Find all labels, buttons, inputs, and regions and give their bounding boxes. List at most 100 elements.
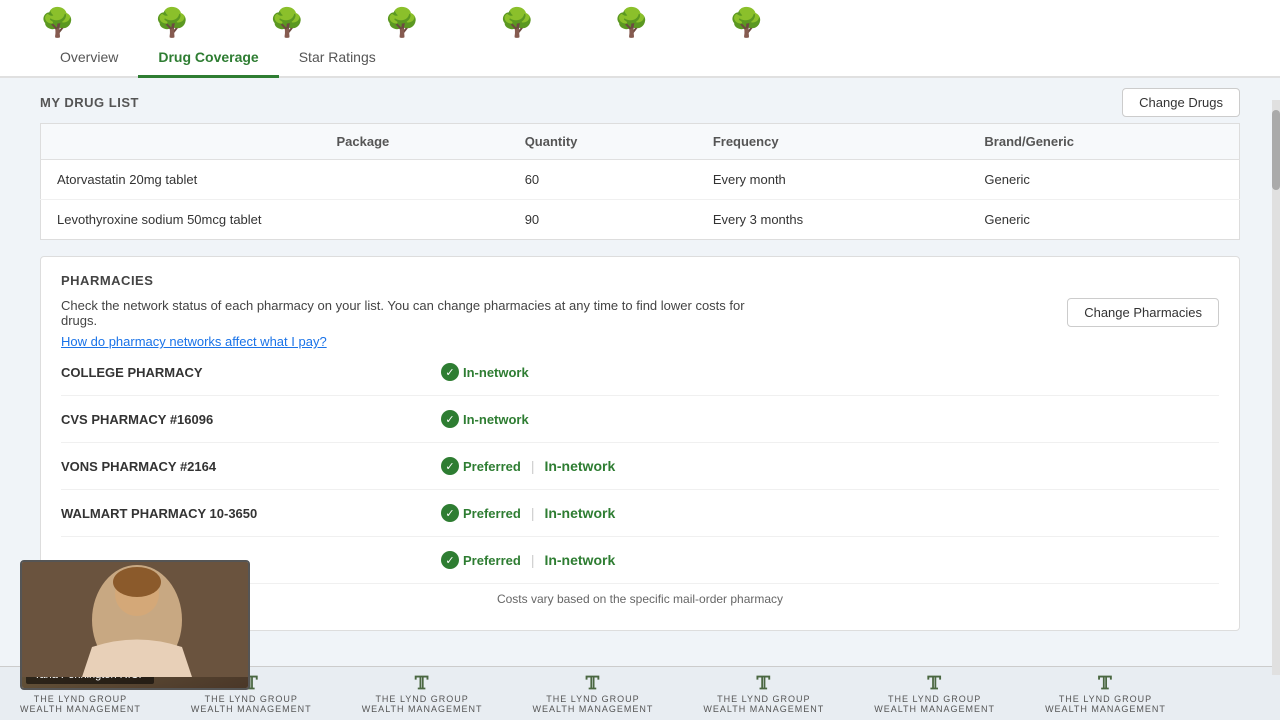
- change-drugs-button[interactable]: Change Drugs: [1122, 88, 1240, 117]
- tab-overview[interactable]: Overview: [40, 39, 138, 78]
- innetwork-label: In-network: [544, 552, 615, 568]
- lynd-subtitle: WEALTH MANAGEMENT: [191, 704, 312, 714]
- tab-drug-coverage[interactable]: Drug Coverage: [138, 39, 278, 78]
- lynd-subtitle: WEALTH MANAGEMENT: [1045, 704, 1166, 714]
- pharmacy-status: ✓ Preferred | In-network: [441, 504, 615, 522]
- person-silhouette: [22, 562, 250, 677]
- pharmacy-row-college: COLLEGE PHARMACY ✓ In-network: [61, 349, 1219, 396]
- drug-name: Atorvastatin 20mg tablet: [41, 160, 321, 200]
- lynd-logo-3: 𝕋 THE LYND GROUP WEALTH MANAGEMENT: [362, 673, 483, 714]
- lynd-subtitle: WEALTH MANAGEMENT: [874, 704, 995, 714]
- lynd-name: THE LYND GROUP: [1059, 694, 1152, 704]
- pharmacy-status: ✓ In-network: [441, 410, 529, 428]
- pharmacy-row-walmart: WALMART PHARMACY 10-3650 ✓ Preferred | I…: [61, 490, 1219, 537]
- drug-table: Package Quantity Frequency Brand/Generic…: [40, 123, 1240, 240]
- pharmacy-name: COLLEGE PHARMACY: [61, 365, 441, 380]
- logo-tree-4: 🌳: [385, 6, 420, 39]
- lynd-name: THE LYND GROUP: [888, 694, 981, 704]
- lynd-subtitle: WEALTH MANAGEMENT: [703, 704, 824, 714]
- pharmacy-row-cvs: CVS PHARMACY #16096 ✓ In-network: [61, 396, 1219, 443]
- logo-tree-1: 🌳: [40, 6, 75, 39]
- check-icon: ✓: [441, 457, 459, 475]
- video-overlay: Tana Pennington RICP: [20, 560, 250, 690]
- drug-list-title: MY DRUG LIST: [40, 95, 139, 110]
- pharmacy-name: VONS PHARMACY #2164: [61, 459, 441, 474]
- pharmacy-row-vons: VONS PHARMACY #2164 ✓ Preferred | In-net…: [61, 443, 1219, 490]
- pharmacies-info: Check the network status of each pharmac…: [61, 298, 761, 349]
- lynd-t-icon: 𝕋: [586, 673, 600, 694]
- drug-frequency: Every month: [697, 160, 969, 200]
- innetwork-label: In-network: [544, 505, 615, 521]
- preferred-badge: ✓ Preferred: [441, 551, 521, 569]
- separator: |: [531, 458, 535, 474]
- drug-name: Levothyroxine sodium 50mcg tablet: [41, 200, 321, 240]
- check-icon: ✓: [441, 504, 459, 522]
- lynd-t-icon: 𝕋: [1098, 673, 1112, 694]
- check-icon: ✓: [441, 551, 459, 569]
- col-brand-generic: Brand/Generic: [968, 124, 1239, 160]
- table-row: Atorvastatin 20mg tablet 60 Every month …: [41, 160, 1240, 200]
- pharmacy-status: ✓ In-network: [441, 363, 529, 381]
- check-icon: ✓: [441, 410, 459, 428]
- drug-brand-generic: Generic: [968, 160, 1239, 200]
- change-pharmacies-button[interactable]: Change Pharmacies: [1067, 298, 1219, 327]
- lynd-t-icon: 𝕋: [927, 673, 941, 694]
- col-frequency: Frequency: [697, 124, 969, 160]
- video-person: Tana Pennington RICP: [22, 562, 248, 688]
- check-icon: ✓: [441, 363, 459, 381]
- separator: |: [531, 505, 535, 521]
- logo-tree-6: 🌳: [614, 6, 649, 39]
- drug-quantity: 90: [509, 200, 697, 240]
- preferred-label: Preferred: [463, 506, 521, 521]
- logo-tree-7: 🌳: [729, 6, 764, 39]
- navigation-tabs: Overview Drug Coverage Star Ratings: [0, 39, 1280, 78]
- lynd-name: THE LYND GROUP: [375, 694, 468, 704]
- logo-tree-3: 🌳: [270, 6, 305, 39]
- in-network-badge: ✓ In-network: [441, 363, 529, 381]
- lynd-name: THE LYND GROUP: [34, 694, 127, 704]
- drug-brand-generic: Generic: [968, 200, 1239, 240]
- lynd-logo-4: 𝕋 THE LYND GROUP WEALTH MANAGEMENT: [533, 673, 654, 714]
- lynd-t-icon: 𝕋: [757, 673, 771, 694]
- lynd-name: THE LYND GROUP: [546, 694, 639, 704]
- innetwork-label: In-network: [544, 458, 615, 474]
- pharmacies-title: PHARMACIES: [61, 273, 1219, 288]
- lynd-name: THE LYND GROUP: [205, 694, 298, 704]
- col-quantity: Quantity: [509, 124, 697, 160]
- lynd-logo-6: 𝕋 THE LYND GROUP WEALTH MANAGEMENT: [874, 673, 995, 714]
- drug-list-header: MY DRUG LIST Change Drugs: [40, 78, 1240, 123]
- pharmacy-network-link[interactable]: How do pharmacy networks affect what I p…: [61, 334, 761, 349]
- pharmacies-description: Check the network status of each pharmac…: [61, 298, 761, 328]
- preferred-badge: ✓ Preferred: [441, 504, 521, 522]
- status-label: In-network: [463, 365, 529, 380]
- drug-package: [321, 160, 509, 200]
- pharmacy-status: ✓ Preferred | In-network: [441, 457, 615, 475]
- preferred-label: Preferred: [463, 459, 521, 474]
- col-drug-name: [41, 124, 321, 160]
- scrollbar-track: [1272, 100, 1280, 675]
- preferred-badge: ✓ Preferred: [441, 457, 521, 475]
- pharmacies-header-row: Check the network status of each pharmac…: [61, 298, 1219, 349]
- pharmacy-status: ✓ Preferred | In-network: [441, 551, 615, 569]
- top-logo-strip: 🌳 🌳 🌳 🌳 🌳 🌳 🌳: [0, 0, 1280, 39]
- lynd-logo-5: 𝕋 THE LYND GROUP WEALTH MANAGEMENT: [703, 673, 824, 714]
- pharmacy-name: WALMART PHARMACY 10-3650: [61, 506, 441, 521]
- status-label: In-network: [463, 412, 529, 427]
- lynd-logo-7: 𝕋 THE LYND GROUP WEALTH MANAGEMENT: [1045, 673, 1166, 714]
- table-row: Levothyroxine sodium 50mcg tablet 90 Eve…: [41, 200, 1240, 240]
- preferred-label: Preferred: [463, 553, 521, 568]
- scrollbar-thumb[interactable]: [1272, 110, 1280, 190]
- logo-tree-2: 🌳: [155, 6, 190, 39]
- lynd-name: THE LYND GROUP: [717, 694, 810, 704]
- lynd-subtitle: WEALTH MANAGEMENT: [533, 704, 654, 714]
- lynd-subtitle: WEALTH MANAGEMENT: [362, 704, 483, 714]
- pharmacy-name: CVS PHARMACY #16096: [61, 412, 441, 427]
- tab-star-ratings[interactable]: Star Ratings: [279, 39, 396, 78]
- logo-tree-5: 🌳: [500, 6, 535, 39]
- col-package: Package: [321, 124, 509, 160]
- drug-frequency: Every 3 months: [697, 200, 969, 240]
- drug-quantity: 60: [509, 160, 697, 200]
- drug-package: [321, 200, 509, 240]
- in-network-badge: ✓ In-network: [441, 410, 529, 428]
- lynd-t-icon: 𝕋: [415, 673, 429, 694]
